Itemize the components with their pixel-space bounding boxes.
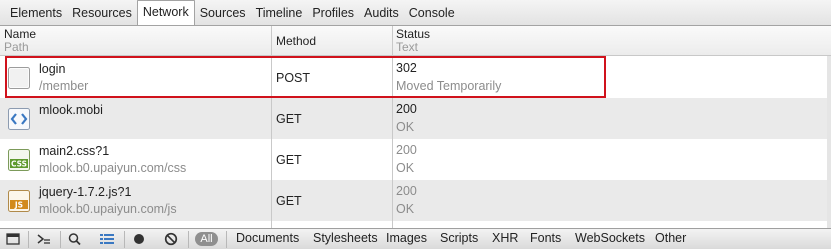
- request-path: mlook.b0.upaiyun.com/js: [39, 202, 177, 216]
- request-status-code: 200: [396, 102, 417, 116]
- filter-all-button[interactable]: All: [195, 232, 218, 246]
- search-icon[interactable]: [66, 231, 84, 247]
- html-document-icon: [8, 108, 30, 130]
- request-status-text: OK: [396, 120, 415, 134]
- column-header-name[interactable]: Name Path: [0, 26, 271, 56]
- console-drawer-icon[interactable]: [35, 231, 53, 247]
- request-status-code: 200: [396, 184, 417, 198]
- column-header-method-title: Method: [276, 34, 317, 48]
- filter-images[interactable]: Images: [386, 231, 427, 245]
- column-header-name-title: Name: [4, 27, 37, 41]
- filter-scripts[interactable]: Scripts: [440, 231, 478, 245]
- svg-text:JS: JS: [14, 201, 23, 210]
- filter-documents[interactable]: Documents: [236, 231, 299, 245]
- request-row[interactable]: JS jquery-1.7.2.js?1 mlook.b0.upaiyun.co…: [0, 180, 831, 221]
- large-rows-toggle-icon[interactable]: [98, 231, 116, 247]
- request-row-partial: [0, 221, 831, 228]
- tab-resources[interactable]: Resources: [67, 1, 137, 25]
- request-name: mlook.mobi: [39, 103, 103, 117]
- column-header-status-subtitle: Text: [396, 40, 419, 54]
- tab-sources[interactable]: Sources: [195, 1, 251, 25]
- request-path: mlook.b0.upaiyun.com/css: [39, 161, 187, 175]
- request-method: GET: [276, 112, 302, 126]
- filter-stylesheets[interactable]: Stylesheets: [313, 231, 378, 245]
- request-method: GET: [276, 153, 302, 167]
- column-header-name-subtitle: Path: [4, 40, 29, 54]
- tab-console[interactable]: Console: [404, 1, 460, 25]
- dock-window-icon[interactable]: [4, 231, 22, 247]
- vertical-scrollbar[interactable]: [827, 56, 831, 228]
- filter-xhr[interactable]: XHR: [492, 231, 518, 245]
- request-row[interactable]: CSS main2.css?1 mlook.b0.upaiyun.com/css…: [0, 139, 831, 180]
- toolbar-divider: [28, 231, 29, 248]
- request-method: GET: [276, 194, 302, 208]
- toolbar-divider: [226, 231, 227, 248]
- request-name: main2.css?1: [39, 144, 110, 158]
- column-header-method[interactable]: Method: [271, 26, 392, 56]
- toolbar-divider: [124, 231, 125, 248]
- svg-text:CSS: CSS: [11, 160, 27, 169]
- devtools-tab-bar: Elements Resources Network Sources Timel…: [0, 0, 831, 26]
- request-status-code: 200: [396, 143, 417, 157]
- clear-icon[interactable]: [162, 231, 180, 247]
- highlight-annotation: [5, 56, 606, 98]
- request-status-text: OK: [396, 161, 415, 175]
- filter-websockets[interactable]: WebSockets: [575, 231, 645, 245]
- request-name: jquery-1.7.2.js?1: [39, 185, 132, 199]
- tab-timeline[interactable]: Timeline: [251, 1, 308, 25]
- js-document-icon: JS: [8, 190, 30, 212]
- request-row[interactable]: mlook.mobi GET 200 OK: [0, 98, 831, 139]
- filter-fonts[interactable]: Fonts: [530, 231, 561, 245]
- column-header-status[interactable]: Status Text: [392, 26, 831, 56]
- network-status-bar: All Documents Stylesheets Images Scripts…: [0, 228, 831, 249]
- record-icon[interactable]: [130, 231, 148, 247]
- request-status-text: OK: [396, 202, 415, 216]
- toolbar-divider: [60, 231, 61, 248]
- grid-header: Name Path Method Status Text: [0, 26, 831, 56]
- filter-other[interactable]: Other: [655, 231, 686, 245]
- tab-audits[interactable]: Audits: [359, 1, 404, 25]
- toolbar-divider: [188, 231, 189, 248]
- tab-profiles[interactable]: Profiles: [307, 1, 359, 25]
- tab-network[interactable]: Network: [136, 0, 195, 25]
- tab-elements[interactable]: Elements: [5, 1, 67, 25]
- column-header-status-title: Status: [396, 27, 431, 41]
- css-document-icon: CSS: [8, 149, 30, 171]
